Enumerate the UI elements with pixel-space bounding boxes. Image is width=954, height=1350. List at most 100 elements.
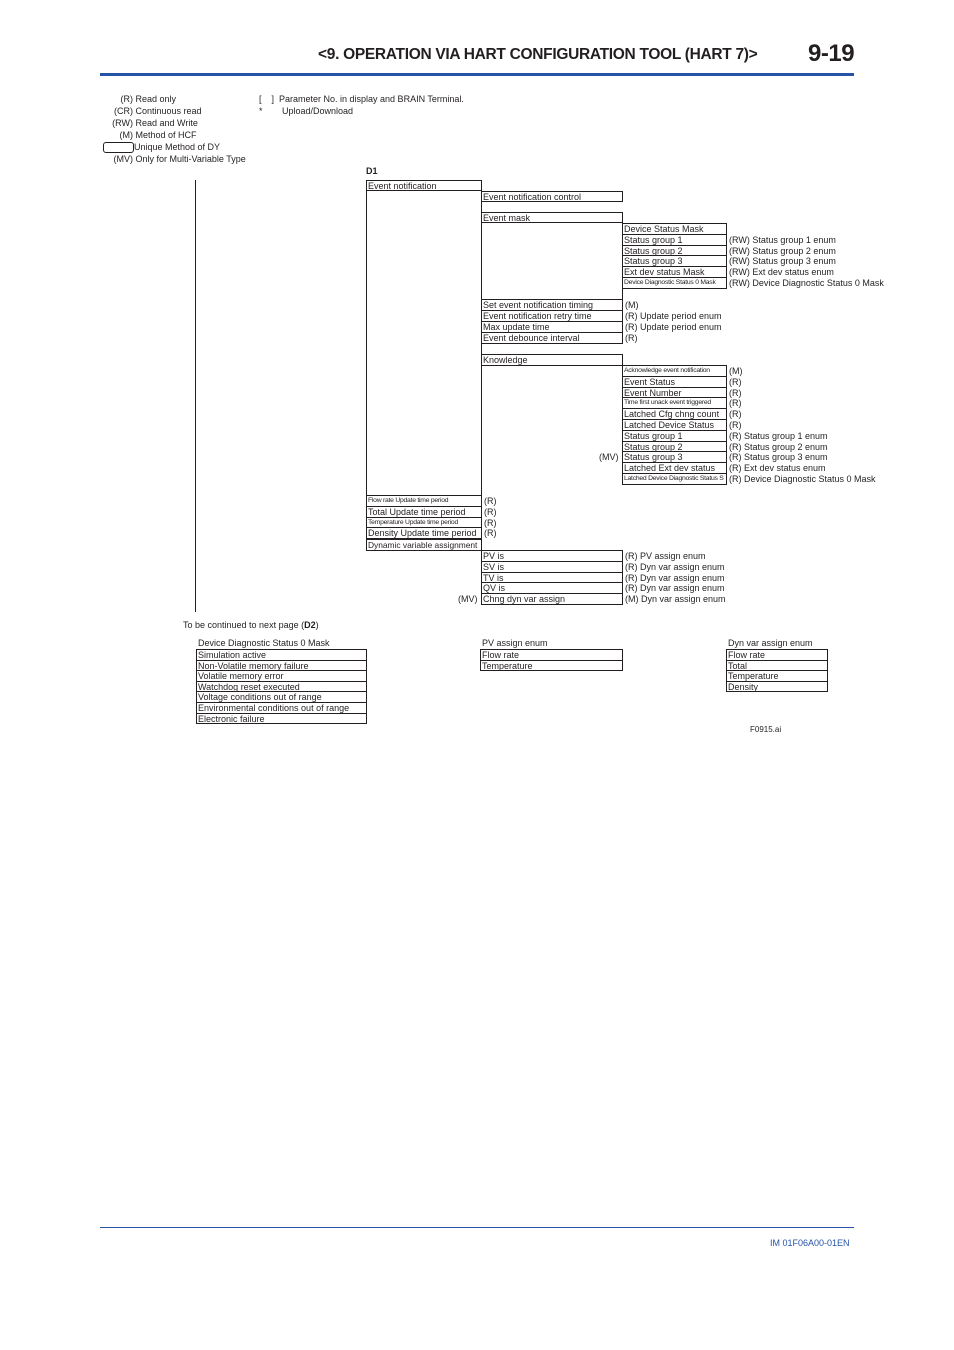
legend-label: Unique Method of DY [134,142,221,152]
node-label: Event Status [624,376,676,387]
legend-key: (R) [120,94,134,104]
legend-label: Read only [135,94,177,104]
node-note: (RW) Status group 3 enum [729,256,836,267]
node-label: Flow rate Update time period [368,497,449,504]
header-rule [100,73,854,76]
node-label: Latched Ext dev status [624,463,716,474]
legend-key: [ ] [259,94,275,104]
node-label: Knowledge [483,355,528,365]
node-label: Status group 3 [624,256,683,267]
node-note: (R) [729,398,742,409]
node-note: (R) Device Diagnostic Status 0 Mask [729,474,876,484]
node-note: (R) [729,409,742,420]
node-note: (R) Status group 2 enum [729,441,828,452]
node-note: (R) [729,420,742,430]
figure-id: F0915.ai [750,725,782,734]
legend-label: Read and Write [135,118,198,128]
chapter-title: <9. OPERATION VIA HART CONFIGURATION TOO… [318,46,758,63]
node-label: QV is [483,583,506,594]
tree-trunk-line [195,180,196,612]
node-note: (R) Dyn var assign enum [625,583,725,594]
node-label: Event notification control [483,192,582,202]
tree-node-knowledge[interactable]: Knowledge [481,354,623,366]
legend-item: (R) Read only [103,93,246,105]
node-label: Status group 1 [624,234,683,245]
divider [366,190,482,191]
legend-item: (M) Method of HCF [103,129,246,141]
legend-key: (RW) [112,118,133,128]
legend-label: Upload/Download [282,106,354,116]
tree-node-debounce[interactable]: Event debounce interval [481,332,623,344]
legend-label: Parameter No. in display and BRAIN Termi… [279,94,464,104]
tree-node-event-notification-control[interactable]: Event notification control [481,191,623,202]
legend-item: [ ] Parameter No. in display and BRAIN Te… [259,93,464,105]
enum-item: Density [726,680,828,693]
tree-node-event-mask[interactable]: Event mask [481,212,623,300]
legend-label: Method of HCF [135,130,197,140]
tree-node-mask-item[interactable]: Device Diagnostic Status 0 Mask [622,277,727,289]
node-label: Latched Device Status [624,420,715,430]
legend-left: (R) Read only (CR) Continuous read (RW) … [103,93,246,165]
section-label: D1 [366,166,378,176]
legend-item: (RW) Read and Write [103,117,246,129]
node-label: Status group 1 [624,430,683,441]
node-label: Device Diagnostic Status 0 Mask [624,279,716,286]
node-note: (R) [625,333,638,343]
mv-prefix: (MV) [599,452,619,463]
continued-close: ) [315,620,319,630]
node-note: (R) [484,506,497,517]
node-note: (R) Ext dev status enum [729,463,826,474]
enum-title-dyn-var: Dyn var assign enum [728,638,813,648]
node-note: (R) Dyn var assign enum [625,572,725,583]
node-note: (R) PV assign enum [625,551,706,561]
node-note: (R) [729,387,742,398]
node-label: Chng dyn var assign [483,594,566,605]
node-label: Latched Cfg chng count [624,409,720,420]
legend-key: (M) [119,130,134,140]
continued-ref[interactable]: D2 [304,620,316,630]
node-label: Latched Device Diagnostic Status S [624,475,724,482]
tree-node-event-notification[interactable]: Event notification [366,180,482,496]
node-note: (M) Dyn var assign enum [625,594,726,605]
node-note: (RW) Ext dev status enum [729,267,834,278]
node-label: Ext dev status Mask [624,267,705,278]
node-label: Status group 2 [624,245,683,256]
tree-node-dva-item[interactable]: Chng dyn var assign [481,593,623,605]
node-label: TV is [483,572,504,583]
legend-item: (MV) Only for Multi-Variable Type [103,153,246,165]
node-label: PV is [483,551,505,561]
legend-item: * Upload/Download [259,105,464,117]
legend-label: Only for Multi-Variable Type [135,154,246,165]
footer-rule [100,1227,854,1228]
legend-item: Unique Method of DY [103,141,246,154]
tree-node-knowledge-item[interactable]: Latched Device Diagnostic Status S [622,473,727,485]
node-label: Max update time [483,322,550,332]
node-label: Device Status Mask [624,224,704,234]
node-label: Total Update time period [368,506,466,517]
page-number: 9-19 [808,40,855,67]
node-label: Density Update time period [368,528,477,539]
oval-icon [103,142,134,154]
node-note: (R) [484,496,497,506]
node-note: (M) [729,366,743,376]
mv-prefix: (MV) [458,594,478,605]
tree-node-update-period[interactable]: Density Update time period [366,527,482,540]
node-label: Event Number [624,387,682,398]
node-label: Acknowledge event notification [624,367,710,374]
tree-node-dynamic-variable-assignment[interactable]: Dynamic variable assignment [366,539,482,551]
node-label: SV is [483,561,505,572]
node-label: Event notification retry time [483,311,592,321]
continued-note: To be continued to next page (D2) [183,620,319,630]
node-label: Status group 2 [624,441,683,452]
legend-item: (CR) Continuous read [103,105,246,117]
node-label: Set event notification timing [483,300,594,310]
node-note: (RW) Device Diagnostic Status 0 Mask [729,278,884,288]
enum-title-pv-assign: PV assign enum [482,638,548,648]
node-note: (R) Update period enum [625,322,722,332]
enum-item: Temperature [480,659,623,672]
node-note: (M) [625,300,639,310]
node-label: Status group 3 [624,452,683,463]
node-note: (R) [484,528,497,539]
enum-item: Electronic failure [196,712,367,725]
document-id: IM 01F06A00-01EN [770,1238,850,1248]
